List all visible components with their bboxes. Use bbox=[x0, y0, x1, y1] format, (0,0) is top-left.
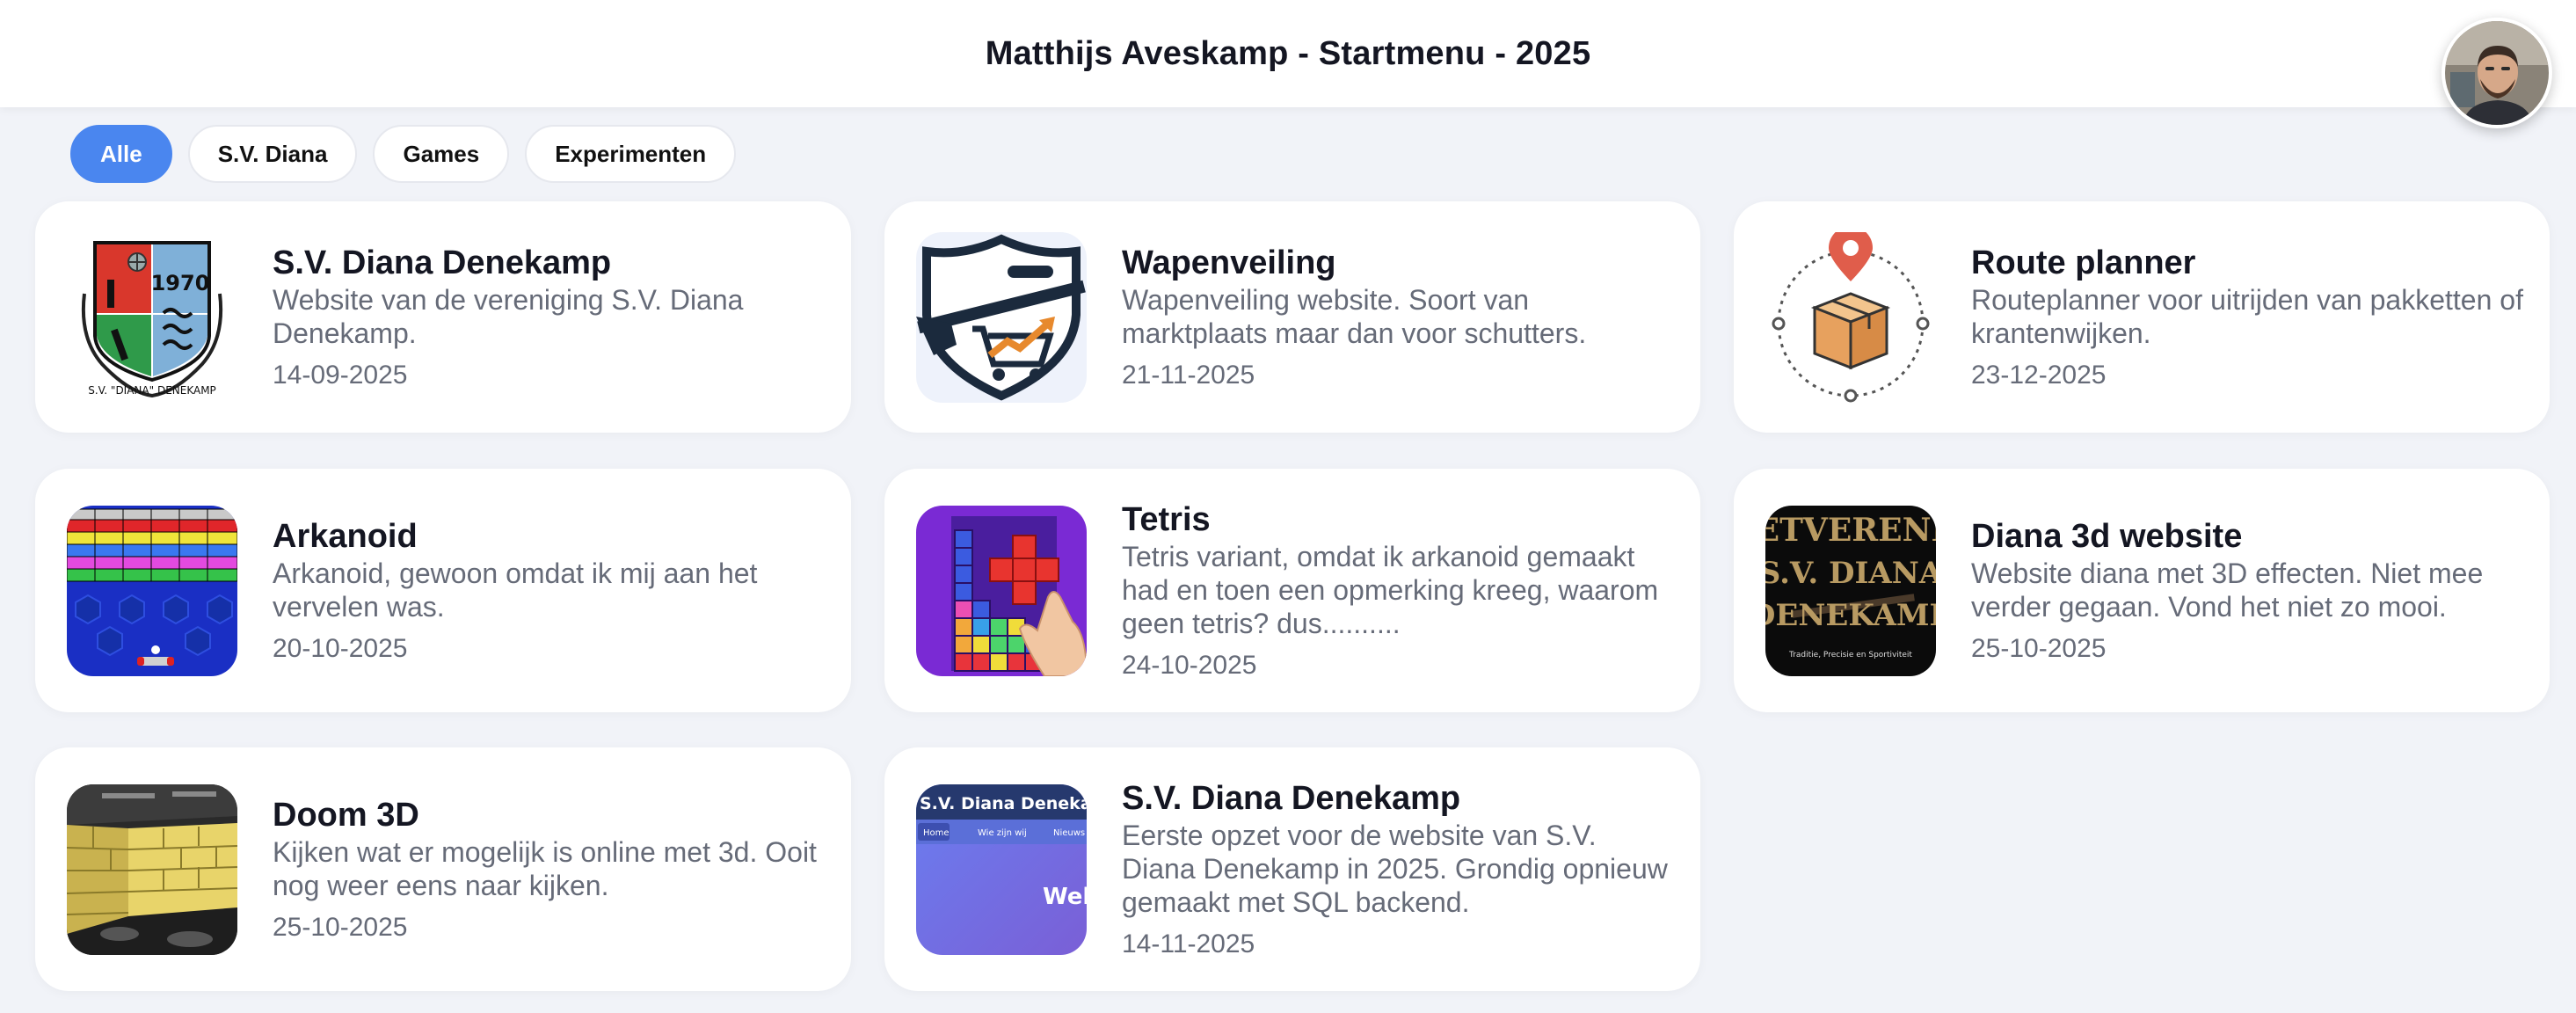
club-crest-icon: 1970 S.V. "DIANA" DENEKAMP bbox=[67, 231, 237, 403]
app-header: Matthijs Aveskamp - Startmenu - 2025 bbox=[0, 0, 2576, 128]
preview-text-line-1: ETVERENI bbox=[1765, 512, 1936, 549]
preview-nav-home: Home bbox=[923, 828, 950, 838]
card-date: 25-10-2025 bbox=[273, 912, 408, 942]
filter-chip-sv-diana[interactable]: S.V. Diana bbox=[187, 125, 358, 183]
diana-3d-preview-icon: ETVERENI S.V. DIANA DENEKAMP Traditie, P… bbox=[1765, 505, 1936, 676]
card-title: Wapenveiling bbox=[1122, 244, 1336, 281]
project-card-doom-3d[interactable]: Doom 3D Kijken wat er mogelijk is online… bbox=[35, 747, 851, 991]
card-description: Routeplanner voor uitrijden van pakkette… bbox=[1971, 283, 2523, 349]
crest-year: 1970 bbox=[151, 271, 210, 295]
card-date: 20-10-2025 bbox=[273, 633, 408, 663]
preview-site-title: S.V. Diana Denekamp bbox=[920, 794, 1087, 813]
preview-text-line-3: DENEKAMP bbox=[1765, 598, 1936, 633]
project-card-tetris[interactable]: Tetris Tetris variant, omdat ik arkanoid… bbox=[884, 469, 1700, 712]
website-preview-icon: S.V. Diana Denekamp Home Wie zijn wij Ni… bbox=[916, 783, 1087, 955]
card-date: 14-09-2025 bbox=[273, 360, 408, 390]
card-date: 14-11-2025 bbox=[1122, 929, 1255, 958]
card-date: 24-10-2025 bbox=[1122, 650, 1257, 680]
card-description: Wapenveiling website. Soort van marktpla… bbox=[1122, 283, 1587, 349]
card-description: Arkanoid, gewoon omdat ik mij aan het ve… bbox=[273, 557, 758, 623]
map-pin-package-icon bbox=[1765, 231, 1936, 403]
filter-chip-alle[interactable]: Alle bbox=[70, 125, 172, 183]
avatar[interactable] bbox=[2441, 18, 2552, 128]
card-title: Doom 3D bbox=[273, 796, 419, 834]
card-description: Tetris variant, omdat ik arkanoid gemaak… bbox=[1122, 540, 1659, 639]
tetris-game-icon bbox=[916, 505, 1087, 676]
preview-nav-about: Wie zijn wij bbox=[978, 828, 1027, 838]
card-title: Tetris bbox=[1122, 500, 1211, 538]
card-title: Route planner bbox=[1971, 244, 2196, 281]
project-card-sv-diana-2025[interactable]: S.V. Diana Denekamp Home Wie zijn wij Ni… bbox=[884, 747, 1700, 991]
filter-chip-experimenten[interactable]: Experimenten bbox=[525, 125, 737, 183]
preview-text-line-2: S.V. DIANA bbox=[1765, 556, 1936, 591]
card-title: Arkanoid bbox=[273, 517, 418, 555]
card-description: Eerste opzet voor de website van S.V. Di… bbox=[1122, 819, 1668, 918]
card-description: Kijken wat er mogelijk is online met 3d.… bbox=[273, 835, 817, 901]
preview-tagline: Traditie, Precisie en Sportiviteit bbox=[1788, 651, 1912, 660]
card-date: 21-11-2025 bbox=[1122, 360, 1255, 390]
project-card-route-planner[interactable]: Route planner Routeplanner voor uitrijde… bbox=[1734, 201, 2550, 433]
preview-hero-text: Wel bbox=[1043, 884, 1087, 910]
doom-3d-preview-icon bbox=[67, 783, 237, 955]
card-date: 23-12-2025 bbox=[1971, 360, 2107, 390]
card-description: Website diana met 3D effecten. Niet mee … bbox=[1971, 557, 2484, 623]
arkanoid-game-icon bbox=[67, 505, 237, 676]
profile-photo-icon bbox=[2445, 21, 2549, 125]
card-title: Diana 3d website bbox=[1971, 517, 2243, 555]
project-card-diana-3d[interactable]: ETVERENI S.V. DIANA DENEKAMP Traditie, P… bbox=[1734, 469, 2550, 712]
card-description: Website van de vereniging S.V. Diana Den… bbox=[273, 283, 744, 349]
preview-nav-news: Nieuws bbox=[1053, 828, 1085, 838]
project-card-wapenveiling[interactable]: Wapenveiling Wapenveiling website. Soort… bbox=[884, 201, 1700, 433]
project-card-arkanoid[interactable]: Arkanoid Arkanoid, gewoon omdat ik mij a… bbox=[35, 469, 851, 712]
card-title: S.V. Diana Denekamp bbox=[273, 244, 612, 281]
filter-chip-games[interactable]: Games bbox=[373, 125, 510, 183]
page-title: Matthijs Aveskamp - Startmenu - 2025 bbox=[985, 34, 1591, 72]
filter-bar: Alle S.V. Diana Games Experimenten bbox=[70, 125, 737, 183]
project-card-sv-diana[interactable]: 1970 S.V. "DIANA" DENEKAMP S.V. Diana De… bbox=[35, 201, 851, 433]
rifle-shield-cart-icon bbox=[916, 231, 1087, 403]
card-date: 25-10-2025 bbox=[1971, 633, 2107, 663]
card-title: S.V. Diana Denekamp bbox=[1122, 779, 1461, 817]
crest-motto: S.V. "DIANA" DENEKAMP bbox=[88, 384, 216, 397]
